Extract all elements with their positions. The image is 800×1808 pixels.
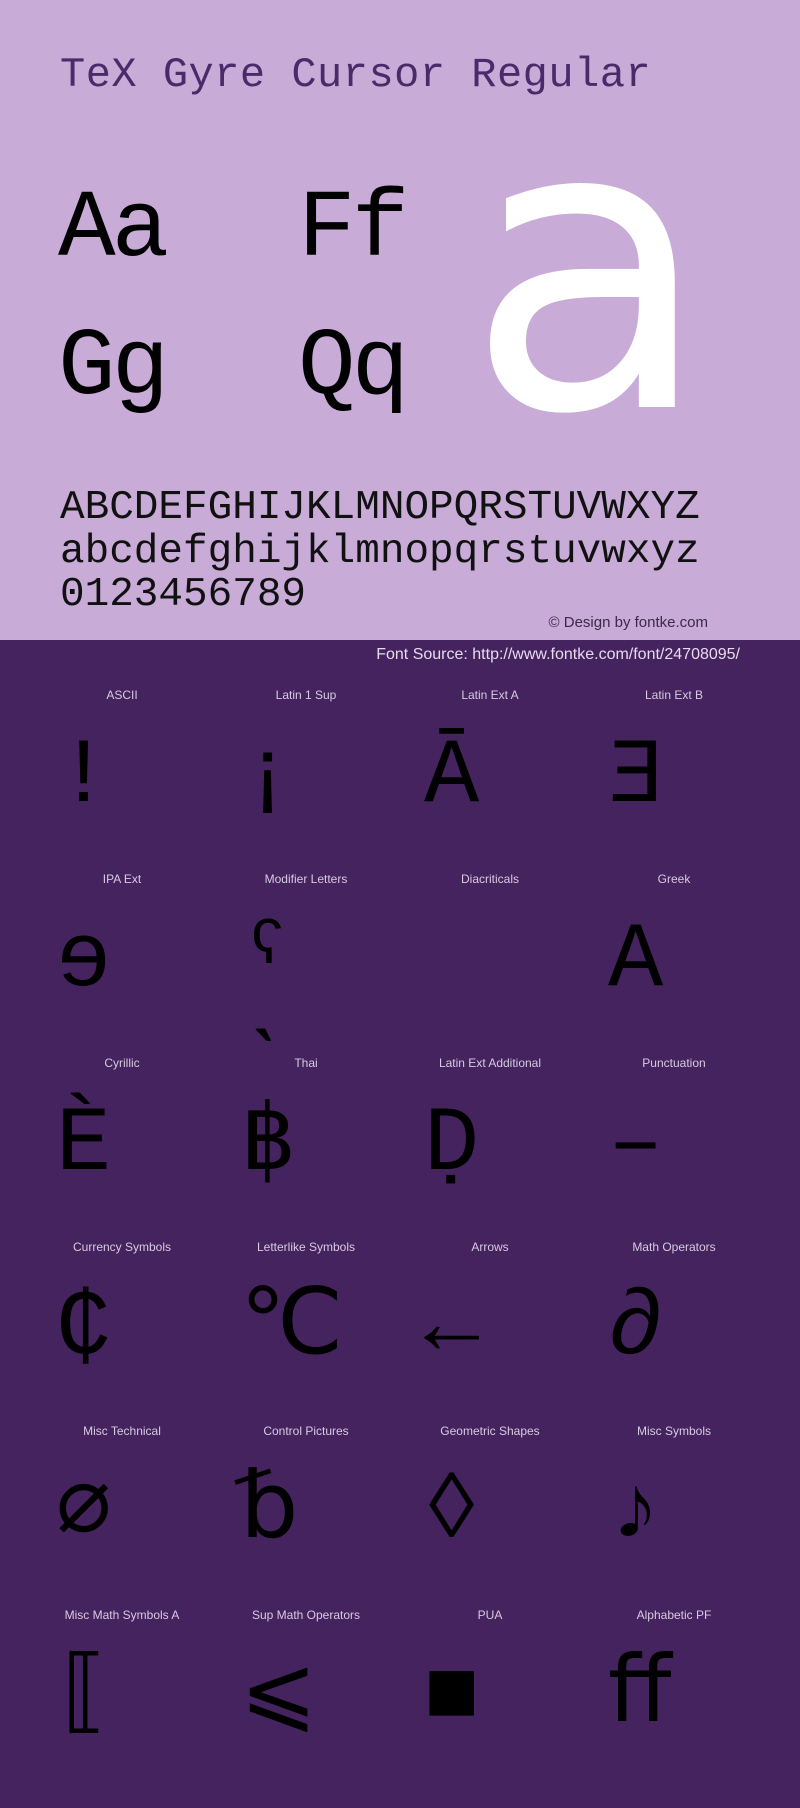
specimen-pair-qq: Qq xyxy=(298,313,409,422)
block-cell: Greek Α xyxy=(582,864,766,1048)
block-glyph: ɘ xyxy=(56,908,112,1013)
font-source-link[interactable]: Font Source: http://www.fontke.com/font/… xyxy=(376,644,740,666)
unicode-block-grid: ASCII! Latin 1 Sup ¡ Latin Ext A Ā Latin Ext … xyxy=(30,680,766,1784)
block-cell: Letterlike Symbols ℃ xyxy=(214,1232,398,1416)
specimen-pair-gg: Gg xyxy=(58,313,169,422)
block-cell: Geometric Shapes ◊ xyxy=(398,1416,582,1600)
block-glyph: ⟦ xyxy=(56,1644,112,1749)
block-cell: Misc Math Symbols A ⟦ xyxy=(30,1600,214,1784)
block-glyph: – xyxy=(608,1092,664,1197)
block-label: Misc Math Symbols A xyxy=(64,1608,180,1622)
block-glyph: ∂ xyxy=(608,1276,664,1381)
block-glyph: ← xyxy=(424,1276,480,1381)
big-glyph-a: a xyxy=(466,37,712,502)
block-glyph: Ǝ xyxy=(608,724,664,829)
block-cell: Currency Symbols ₵ xyxy=(30,1232,214,1416)
block-glyph: ﬀ xyxy=(608,1644,672,1749)
block-glyph: Α xyxy=(608,908,664,1013)
block-glyph: ⌀ xyxy=(56,1460,112,1565)
block-cell: Misc Symbols ♪ xyxy=(582,1416,766,1600)
block-label: Latin Ext A xyxy=(461,688,519,702)
block-label: Misc Technical xyxy=(83,1424,161,1438)
block-cell: Punctuation – xyxy=(582,1048,766,1232)
design-credit: © Design by fontke.com xyxy=(548,614,708,631)
block-cell: Sup Math Operators ⩽ xyxy=(214,1600,398,1784)
block-label: ASCII xyxy=(106,688,138,702)
block-cell: Math Operators ∂ xyxy=(582,1232,766,1416)
digits: 0123456789 xyxy=(60,572,307,618)
block-glyph: ฿ xyxy=(240,1092,296,1197)
block-glyph: Ā xyxy=(424,724,480,829)
block-label: Cyrillic xyxy=(104,1056,140,1070)
block-glyph: ₵ xyxy=(56,1276,112,1381)
block-glyph: Ѐ xyxy=(56,1092,112,1197)
block-label: IPA Ext xyxy=(102,872,142,886)
block-cell: Thai ฿ xyxy=(214,1048,398,1232)
block-label: Misc Symbols xyxy=(636,1424,711,1438)
block-cell: Modifier Letters ˁ ˋ xyxy=(214,864,398,1123)
block-cell: Alphabetic PF ﬀ xyxy=(582,1600,766,1784)
block-label: PUA xyxy=(477,1608,503,1622)
block-label: Arrows xyxy=(471,1240,509,1254)
block-glyph: ♪ xyxy=(608,1460,664,1565)
block-label: Diacriticals xyxy=(460,872,519,886)
block-cell: Diacriticals xyxy=(398,864,582,1048)
block-label: Currency Symbols xyxy=(72,1240,172,1254)
block-cell: Misc Technical ⌀ xyxy=(30,1416,214,1600)
block-cell: ASCII! xyxy=(30,680,214,864)
block-cell: Latin 1 Sup ¡ xyxy=(214,680,398,864)
block-glyph: ⩽ xyxy=(240,1644,318,1749)
block-label: Greek xyxy=(657,872,691,886)
block-cell: Latin Ext B Ǝ xyxy=(582,680,766,864)
lowercase-alphabet: abcdefghijklmnopqrstuvwxyz xyxy=(60,529,700,575)
specimen-pair-ff: Ff xyxy=(298,175,409,284)
block-label: Punctuation xyxy=(642,1056,706,1070)
block-cell: PUA ■ xyxy=(398,1600,582,1784)
block-label: Sup Math Operators xyxy=(251,1608,361,1622)
block-label: Latin Ext B xyxy=(644,688,704,702)
block-glyph: ¡ xyxy=(240,724,296,829)
block-glyph: Ḍ xyxy=(424,1092,480,1197)
block-label: Math Operators xyxy=(632,1240,716,1254)
block-cell: Arrows ← xyxy=(398,1232,582,1416)
block-label: Letterlike Symbols xyxy=(256,1240,356,1254)
block-glyph: ◊ xyxy=(424,1460,480,1565)
block-cell: IPA Ext ɘ xyxy=(30,864,214,1048)
block-cell: Control Pictures ␢ xyxy=(214,1416,398,1600)
block-label: Control Pictures xyxy=(263,1424,349,1438)
block-cell: Latin Ext A Ā xyxy=(398,680,582,864)
block-cell: Cyrillic Ѐ xyxy=(30,1048,214,1232)
block-label: Thai xyxy=(294,1056,318,1070)
block-label: Latin 1 Sup xyxy=(275,688,337,702)
block-label: Latin Ext Additional xyxy=(438,1056,542,1070)
block-glyph: ℃ xyxy=(240,1276,344,1381)
block-cell: Latin Ext Additional Ḍ xyxy=(398,1048,582,1232)
specimen-panel: TeX Gyre Cursor Regular Aa Ff Gg Qq a AB… xyxy=(0,0,800,640)
block-glyph: ■ xyxy=(424,1644,480,1749)
block-label: Alphabetic PF xyxy=(636,1608,712,1622)
block-label: Modifier Letters xyxy=(264,872,348,886)
uppercase-alphabet: ABCDEFGHIJKLMNOPQRSTUVWXYZ xyxy=(60,485,700,531)
block-label: Geometric Shapes xyxy=(440,1424,540,1438)
specimen-pair-aa: Aa xyxy=(58,175,169,284)
block-glyph: ␢ xyxy=(240,1460,299,1565)
block-glyph: ! xyxy=(56,724,112,829)
